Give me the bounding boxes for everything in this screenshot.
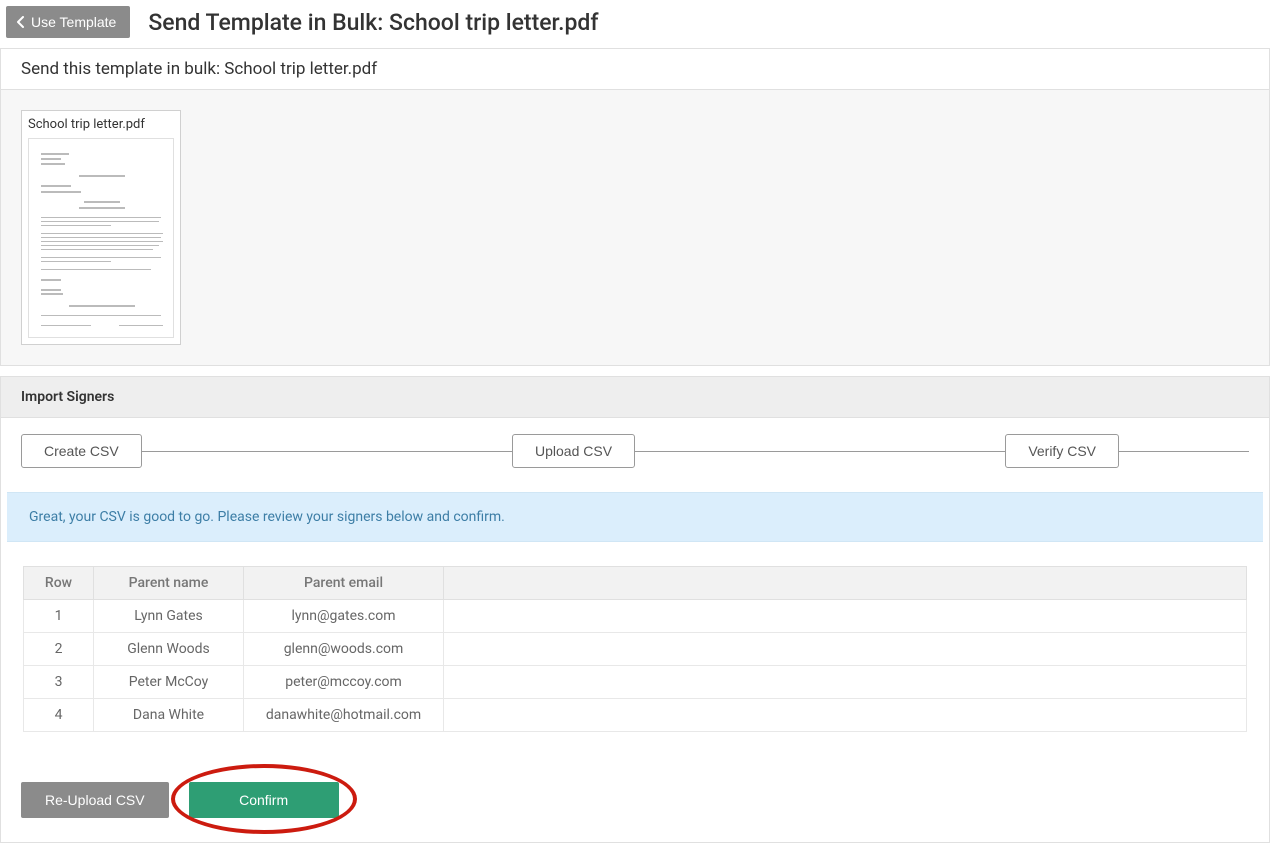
col-email-header: Parent email — [244, 567, 444, 600]
step-connector-line — [635, 451, 1005, 452]
table-row: 1 Lynn Gates lynn@gates.com — [24, 600, 1247, 633]
actions-row: Re-Upload CSV Confirm — [1, 732, 1269, 818]
document-thumbnail[interactable]: School trip letter.pdf — [21, 110, 181, 345]
back-button-label: Use Template — [31, 14, 116, 30]
csv-steps-row: Create CSV Upload CSV Verify CSV — [1, 434, 1269, 492]
import-signers-panel: Create CSV Upload CSV Verify CSV Great, … — [0, 417, 1270, 843]
document-thumbnail-label: School trip letter.pdf — [28, 117, 174, 132]
cell-name: Glenn Woods — [94, 633, 244, 666]
cell-blank — [444, 600, 1247, 633]
cell-row: 1 — [24, 600, 94, 633]
cell-row: 3 — [24, 666, 94, 699]
step-connector-line — [1119, 451, 1249, 452]
table-header-row: Row Parent name Parent email — [24, 567, 1247, 600]
document-page-preview — [28, 138, 174, 338]
cell-email: lynn@gates.com — [244, 600, 444, 633]
page-header: Use Template Send Template in Bulk: Scho… — [0, 0, 1270, 48]
cell-name: Dana White — [94, 699, 244, 732]
csv-success-banner: Great, your CSV is good to go. Please re… — [7, 492, 1263, 542]
cell-email: danawhite@hotmail.com — [244, 699, 444, 732]
step-upload-csv-button[interactable]: Upload CSV — [512, 434, 635, 468]
table-row: 2 Glenn Woods glenn@woods.com — [24, 633, 1247, 666]
cell-name: Peter McCoy — [94, 666, 244, 699]
step-verify-csv-button[interactable]: Verify CSV — [1005, 434, 1119, 468]
back-use-template-button[interactable]: Use Template — [6, 6, 130, 38]
table-row: 3 Peter McCoy peter@mccoy.com — [24, 666, 1247, 699]
cell-blank — [444, 666, 1247, 699]
step-connector-line — [142, 451, 512, 452]
cell-blank — [444, 633, 1247, 666]
template-panel-heading: Send this template in bulk: School trip … — [1, 49, 1269, 90]
col-blank-header — [444, 567, 1247, 600]
reupload-csv-button[interactable]: Re-Upload CSV — [21, 782, 169, 818]
col-name-header: Parent name — [94, 567, 244, 600]
confirm-button[interactable]: Confirm — [189, 782, 339, 818]
page-title: Send Template in Bulk: School trip lette… — [148, 9, 598, 36]
cell-row: 4 — [24, 699, 94, 732]
cell-email: peter@mccoy.com — [244, 666, 444, 699]
import-signers-header: Import Signers — [0, 376, 1270, 417]
table-row: 4 Dana White danawhite@hotmail.com — [24, 699, 1247, 732]
signers-table-wrap: Row Parent name Parent email 1 Lynn Gate… — [1, 542, 1269, 732]
step-create-csv-button[interactable]: Create CSV — [21, 434, 142, 468]
cell-name: Lynn Gates — [94, 600, 244, 633]
cell-blank — [444, 699, 1247, 732]
col-row-header: Row — [24, 567, 94, 600]
cell-email: glenn@woods.com — [244, 633, 444, 666]
template-panel: Send this template in bulk: School trip … — [0, 48, 1270, 366]
chevron-left-icon — [16, 16, 25, 28]
thumbnail-area: School trip letter.pdf — [1, 90, 1269, 365]
cell-row: 2 — [24, 633, 94, 666]
signers-table: Row Parent name Parent email 1 Lynn Gate… — [23, 566, 1247, 732]
